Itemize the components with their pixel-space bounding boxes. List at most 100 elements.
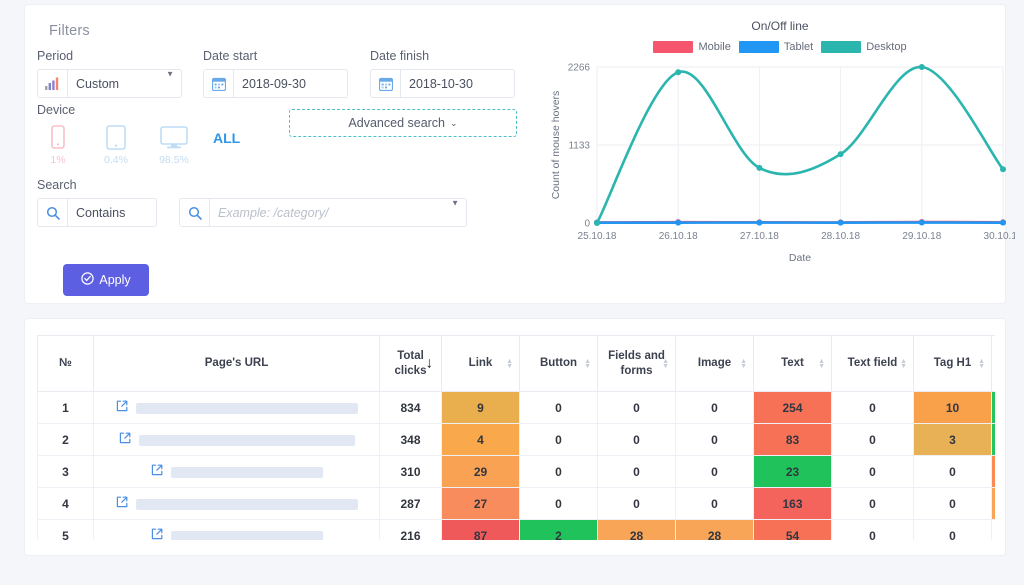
column-header-label: Text field (847, 357, 898, 370)
chevron-down-icon: ▼ (166, 69, 174, 78)
table-row[interactable]: 331029000230037 (37, 455, 995, 488)
data-point-desktop[interactable] (837, 151, 844, 158)
search-label: Search (37, 178, 77, 192)
metric-cell: 27 (441, 487, 520, 520)
sort-toggle-icon[interactable]: ▲ ▼ (740, 358, 747, 370)
metric-cell: 9 (441, 391, 520, 424)
column-header-label: Text (781, 357, 804, 370)
column-header-image[interactable]: Image ▲ ▼ (675, 335, 754, 392)
device-option-all[interactable]: ALL (213, 130, 240, 146)
metric-cell: 7 (991, 391, 995, 424)
column-header-tag-h2[interactable]: Tag H2▲▼ (991, 335, 995, 392)
period-filter-group: Period Custom ▼ (37, 49, 182, 98)
data-point-desktop[interactable] (918, 64, 925, 70)
table-row[interactable]: 183490002540107 (37, 391, 995, 424)
metric-cell: 54 (753, 519, 832, 540)
apply-button[interactable]: Apply (63, 264, 149, 296)
table-row[interactable]: 5216872282854000 (37, 519, 995, 540)
data-point-tablet[interactable] (1000, 219, 1006, 226)
sort-toggle-icon[interactable]: ▲ ▼ (978, 358, 985, 370)
total-clicks-cell: 348 (379, 423, 442, 456)
row-index-cell: 4 (37, 487, 94, 520)
device-option-mobile[interactable]: 1% (37, 123, 79, 166)
column-header-fields-and-forms[interactable]: Fields and forms ▲ ▼ (597, 335, 676, 392)
data-point-tablet[interactable] (675, 219, 682, 226)
search-query-wrapper[interactable]: Example: /category/ (179, 198, 467, 227)
sort-toggle-icon[interactable]: ▲ ▼ (584, 358, 591, 370)
external-link-icon[interactable] (151, 464, 163, 479)
date-finish-value: 2018-10-30 (409, 76, 473, 91)
table-scroll-area[interactable]: № Page's URL Total clicks ↓ Link ▲ ▼ Button ▲ ▼ Fi… (37, 335, 995, 540)
legend-item-desktop[interactable]: Desktop (821, 41, 907, 53)
metric-cell: 0 (675, 391, 754, 424)
sort-toggle-icon[interactable]: ▲ ▼ (506, 358, 513, 370)
period-value: Custom (76, 76, 120, 91)
advanced-search-toggle[interactable]: Advanced search ⌄ (289, 109, 517, 137)
sort-toggle-icon[interactable]: ▲ ▼ (662, 358, 669, 370)
metric-cell: 23 (753, 455, 832, 488)
total-clicks-cell: 216 (379, 519, 442, 540)
data-point-tablet[interactable] (756, 219, 763, 226)
external-link-icon[interactable] (119, 432, 131, 447)
date-finish-label: Date finish (370, 49, 430, 63)
metric-cell: 0 (597, 455, 676, 488)
table-row[interactable]: 428727000163002 (37, 487, 995, 520)
pages-table-panel: № Page's URL Total clicks ↓ Link ▲ ▼ Button ▲ ▼ Fi… (24, 318, 1006, 556)
external-link-icon[interactable] (151, 528, 163, 540)
date-start-value: 2018-09-30 (242, 76, 306, 91)
table-header: № Page's URL Total clicks ↓ Link ▲ ▼ Button ▲ ▼ Fi… (37, 335, 995, 392)
data-point-desktop[interactable] (1000, 166, 1006, 173)
date-start-input[interactable]: 2018-09-30 (203, 69, 348, 98)
data-point-desktop[interactable] (675, 69, 682, 76)
column-header-link[interactable]: Link ▲ ▼ (441, 335, 520, 392)
metric-cell: 0 (913, 455, 992, 488)
column-header-label: № (59, 357, 72, 370)
device-option-tablet[interactable]: 0.4% (95, 123, 137, 166)
data-point-tablet[interactable] (837, 219, 844, 226)
redacted-url (135, 499, 358, 511)
tablet-icon (95, 123, 137, 151)
period-select[interactable]: Custom ▼ (37, 69, 182, 98)
metric-cell: 87 (441, 519, 520, 540)
data-point-tablet[interactable] (918, 219, 925, 226)
redacted-url (170, 467, 323, 479)
external-link-icon[interactable] (116, 400, 128, 415)
metric-cell: 0 (597, 391, 676, 424)
legend-item-tablet[interactable]: Tablet (738, 41, 813, 53)
chart-canvas: 0 1133 2266 25.10.18 26.10.18 27.10.18 28.10.1… (550, 63, 1023, 265)
chart-legend: Mobile Tablet Desktop (545, 41, 1015, 53)
metric-cell: 0 (675, 487, 754, 520)
metric-cell: 0 (831, 519, 914, 540)
column-header-label: Image (697, 357, 732, 370)
column-header-label: Link (468, 357, 493, 370)
column-header-text[interactable]: Text ▲ ▼ (753, 335, 832, 392)
table-row[interactable]: 2348400083032 (37, 423, 995, 456)
search-filter-group: Search Contains ▼ Example: /category/ (37, 178, 467, 227)
external-link-icon[interactable] (116, 496, 128, 511)
column-header-button[interactable]: Button ▲ ▼ (519, 335, 598, 392)
x-tick-label: 25.10.18 (578, 231, 617, 242)
legend-label: Desktop (866, 41, 907, 53)
legend-item-mobile[interactable]: Mobile (653, 41, 731, 53)
sort-toggle-icon[interactable]: ▲ ▼ (900, 358, 907, 370)
sort-toggle-icon[interactable]: ▲ ▼ (818, 358, 825, 370)
column-header-total-clicks[interactable]: Total clicks ↓ (379, 335, 442, 392)
metric-cell: 28 (675, 519, 754, 540)
search-mode-select[interactable]: Contains ▼ (37, 198, 459, 227)
desktop-monitor-icon (153, 123, 195, 151)
sort-descending-icon[interactable]: ↓ (426, 354, 434, 373)
column-header-text-field[interactable]: Text field ▲ ▼ (831, 335, 914, 392)
x-tick-label: 29.10.18 (902, 231, 941, 242)
column-header-label: Tag H1 (933, 357, 972, 370)
metric-cell: 0 (519, 423, 598, 456)
date-finish-input[interactable]: 2018-10-30 (370, 69, 515, 98)
chevron-down-icon: ⌄ (450, 117, 458, 128)
column-header-page-s-url: Page's URL (93, 335, 380, 392)
legend-swatch-desktop (821, 41, 862, 53)
data-point-desktop[interactable] (594, 220, 600, 226)
redacted-url (135, 403, 358, 415)
column-header-tag-h1[interactable]: Tag H1 ▲ ▼ (913, 335, 992, 392)
search-input[interactable]: Example: /category/ (210, 199, 466, 226)
device-option-desktop[interactable]: 98.5% (153, 123, 195, 166)
data-point-desktop[interactable] (756, 164, 763, 171)
